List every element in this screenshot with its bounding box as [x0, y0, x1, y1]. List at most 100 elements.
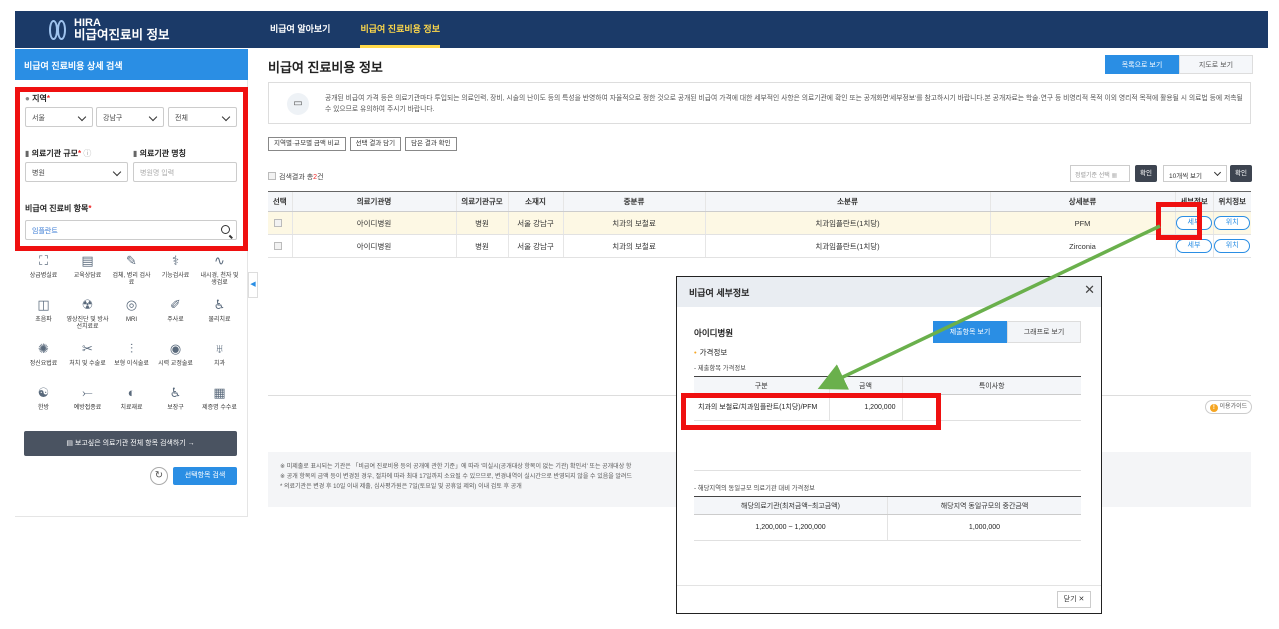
modal-header: 비급여 세부정보	[677, 277, 1101, 307]
category-oriental[interactable]: ☯ 한방	[22, 382, 65, 426]
category-consult[interactable]: ▤ 교육상담료	[66, 250, 109, 294]
per-page-select[interactable]: 10개씩 보기	[1163, 165, 1227, 182]
logo-line2: 비급여진료비 정보	[74, 28, 170, 43]
material-icon: ◐	[127, 385, 136, 400]
location-button[interactable]: 위치	[1214, 239, 1251, 253]
tab-submitted-items[interactable]: 제출항목 보기	[933, 321, 1007, 343]
category-room[interactable]: ⛶ 상급병실료	[22, 250, 65, 294]
notice-box: ▭ 공개된 비급여 가격 등은 의료기관마다 투입되는 의료인력, 장비, 시술…	[268, 82, 1251, 124]
category-radiology[interactable]: ☢ 영상진단 및 방사선치료료	[66, 294, 109, 338]
lab-icon: ✎	[126, 253, 137, 268]
nav-noncovered-cost-info[interactable]: 비급여 진료비용 정보	[345, 11, 455, 48]
top-nav: 비급여 알아보기 비급여 진료비용 정보	[255, 11, 455, 48]
nav-about-noncovered[interactable]: 비급여 알아보기	[255, 11, 345, 48]
table-row: 아이디병원 병원 서울 강남구 치과의 보철료 치과임플란트(1치당) PFM …	[268, 211, 1251, 235]
view-saved-button[interactable]: 담은 결과 확인	[405, 137, 457, 151]
col-detail-category: 상세분류	[989, 191, 1175, 212]
chevron-left-icon: ◀	[250, 281, 256, 288]
compare-button[interactable]: 지역별·규모별 금액 비교	[268, 137, 346, 151]
regional-price-table: 해당의료기관(최저금액~최고금액) 해당지역 동일규모의 중간금액 1,200,…	[694, 496, 1081, 541]
select-all-checkbox[interactable]	[268, 172, 276, 180]
tab-map-view[interactable]: 지도로 보기	[1179, 55, 1253, 74]
col-hospital: 의료기관명	[291, 191, 456, 212]
injection-icon: ✐	[170, 297, 181, 312]
highlight-box-detail	[1156, 202, 1202, 240]
result-count: 검색결과 총2건	[268, 172, 324, 182]
price-section-title: • 가격정보	[694, 348, 728, 357]
hira-logo[interactable]: HIRA 비급여진료비 정보	[48, 15, 188, 45]
consult-icon: ▤	[81, 253, 94, 268]
category-psychotherapy[interactable]: ✺ 정신요법료	[22, 338, 65, 382]
all-items-search-button[interactable]: ▤ 보고싶은 의료기관 전체 항목 검색하기 →	[24, 431, 237, 456]
tab-list-view[interactable]: 목록으로 보기	[1105, 55, 1179, 74]
col-location-info: 위치정보	[1212, 191, 1251, 212]
category-ultrasound[interactable]: ◫ 초음파	[22, 294, 65, 338]
save-selection-button[interactable]: 선택 결과 담기	[349, 137, 402, 151]
result-actions: 지역별·규모별 금액 비교 선택 결과 담기 담은 결과 확인	[268, 137, 457, 151]
refresh-icon[interactable]: ↻	[150, 467, 168, 485]
row-checkbox[interactable]	[274, 218, 283, 227]
detail-button[interactable]: 세부	[1176, 239, 1212, 253]
sidebar-title: 비급여 진료비용 상세 검색	[15, 49, 248, 80]
location-button[interactable]: 위치	[1214, 216, 1251, 230]
category-injection[interactable]: ✐ 주사료	[154, 294, 197, 338]
col-mid-category: 중분류	[562, 191, 705, 212]
close-icon[interactable]: ✕	[1084, 282, 1095, 298]
implant-graft-icon: ⫶	[129, 341, 134, 356]
category-vaccine[interactable]: ⤚ 예방접종료	[66, 382, 109, 426]
vaccine-icon: ⤚	[82, 385, 93, 400]
col-small-category: 소분류	[704, 191, 990, 212]
oriental-medicine-icon: ☯	[37, 385, 50, 400]
radiology-icon: ☢	[81, 297, 94, 312]
category-physio[interactable]: ♿ 물리치료	[198, 294, 241, 338]
category-mri[interactable]: ◎ MRI	[110, 294, 153, 338]
monitor-icon: ▭	[287, 93, 309, 115]
sort-select[interactable]: 정렬기준 선택 ▦	[1070, 165, 1130, 182]
col-location: 소재지	[507, 191, 563, 212]
search-selected-button[interactable]: 선택항목 검색	[173, 467, 237, 485]
view-tabs: 목록으로 보기 지도로 보기	[1105, 55, 1253, 74]
surgery-icon: ✂	[82, 341, 93, 356]
sidebar-collapse-toggle[interactable]: ◀	[248, 272, 258, 298]
certificate-icon: ▦	[213, 385, 226, 400]
modal-hospital-name: 아이디병원	[694, 328, 734, 338]
table-row: 아이디병원 병원 서울 강남구 치과의 보철료 치과임플란트(1치당) Zirc…	[268, 234, 1251, 258]
modal-footer: 닫기 ✕	[677, 585, 1101, 613]
category-function[interactable]: ⚕ 기능검사료	[154, 250, 197, 294]
category-certificate[interactable]: ▦ 제증명 수수료	[198, 382, 241, 426]
bed-icon: ⛶	[38, 253, 49, 268]
page-title: 비급여 진료비용 정보	[268, 60, 383, 75]
detail-modal: 비급여 세부정보 ✕ 아이디병원 제출항목 보기 그래프로 보기 • 가격정보 -…	[676, 276, 1102, 614]
logo-icon	[48, 18, 68, 42]
col-size: 의료기관규모	[455, 191, 508, 212]
usage-guide-button[interactable]: ! 이용가이드	[1205, 400, 1252, 414]
close-button[interactable]: 닫기 ✕	[1057, 591, 1091, 608]
table-row: 1,200,000 ~ 1,200,000 1,000,000	[694, 514, 1081, 541]
category-eye[interactable]: ◉ 시력 교정술료	[154, 338, 197, 382]
category-lab[interactable]: ✎ 검체, 병리 검사료	[110, 250, 153, 294]
results-table: 선택 의료기관명 의료기관규모 소재지 중분류 소분류 상세분류 세부정보 위치…	[268, 191, 1251, 258]
function-test-icon: ⚕	[171, 253, 180, 268]
category-implant-graft[interactable]: ⫶ 보형 이식술료	[110, 338, 153, 382]
modal-tabs: 제출항목 보기 그래프로 보기	[933, 321, 1081, 343]
submitted-price-subtitle: - 제출항목 가격정보	[694, 365, 746, 372]
physio-icon: ♿	[213, 297, 226, 312]
category-dental[interactable]: ♅ 치과	[198, 338, 241, 382]
notice-text: 공개된 비급여 가격 등은 의료기관마다 투입되는 의료인력, 장비, 시술의 …	[325, 95, 1243, 113]
eye-icon: ◉	[169, 341, 182, 356]
category-endoscope[interactable]: ∿ 내시경, 천자 및 생검료	[198, 250, 241, 294]
category-surgery[interactable]: ✂ 처치 및 수술료	[66, 338, 109, 382]
per-page-confirm-button[interactable]: 확인	[1230, 165, 1252, 182]
regional-price-subtitle: - 해당지역의 동일규모 의료기관 대비 가격정보	[694, 485, 815, 492]
endoscope-icon: ∿	[214, 253, 225, 268]
list-icon: ▤	[66, 440, 73, 447]
sort-confirm-button[interactable]: 확인	[1135, 165, 1157, 182]
category-material[interactable]: ◐ 치료재료	[110, 382, 153, 426]
highlight-box-price	[681, 393, 941, 430]
tab-graph-view[interactable]: 그래프로 보기	[1007, 321, 1081, 343]
top-header: HIRA 비급여진료비 정보 비급여 알아보기 비급여 진료비용 정보	[15, 11, 1268, 48]
row-checkbox[interactable]	[274, 241, 283, 250]
category-wheelchair[interactable]: ♿ 보장구	[154, 382, 197, 426]
ultrasound-icon: ◫	[37, 297, 50, 312]
psychotherapy-icon: ✺	[38, 341, 49, 356]
